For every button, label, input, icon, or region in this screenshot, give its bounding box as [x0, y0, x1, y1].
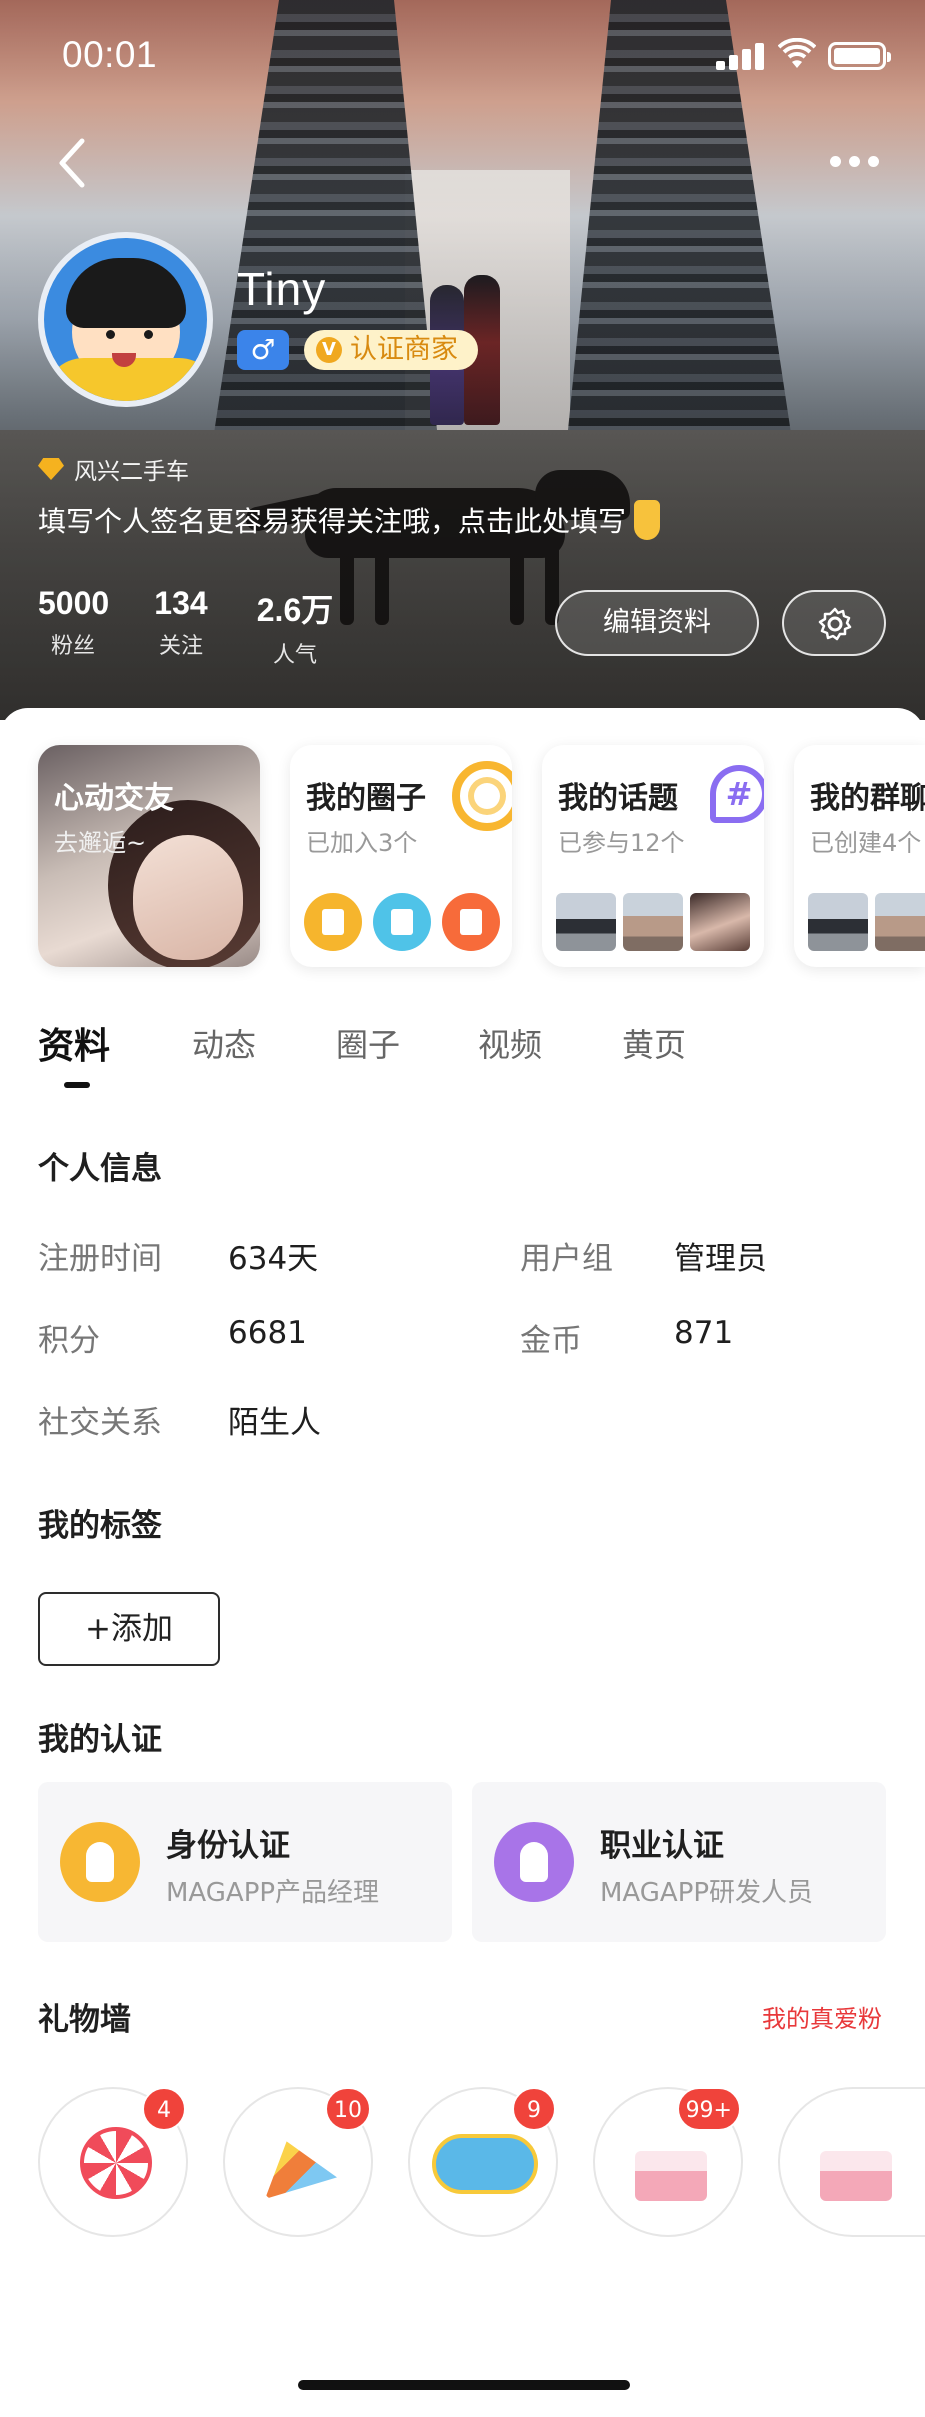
card-title: 我的圈子 [306, 781, 426, 816]
user-name: Tiny [237, 263, 327, 315]
party-popper-icon [265, 2141, 337, 2199]
stat-value: 2.6万 [256, 592, 334, 628]
gift-count-badge: 9 [512, 2087, 556, 2131]
level-label: 风兴二手车 [74, 459, 189, 485]
home-indicator [298, 2380, 630, 2390]
joined-circles [304, 893, 500, 951]
topic-thumbnails [556, 893, 750, 951]
active-tab-indicator [64, 1082, 90, 1088]
info-value-user-group: 管理员 [674, 1241, 767, 1277]
card-title: 我的群聊 [810, 781, 925, 816]
tie-icon [494, 1822, 574, 1902]
stat-label: 人气 [272, 643, 317, 668]
card-my-topics[interactable]: # 我的话题 已参与12个 [542, 745, 764, 967]
identity-certification-card[interactable]: 身份认证 MAGAPP产品经理 [38, 1782, 452, 1942]
cell-signal-icon [716, 42, 766, 70]
verified-v-icon: V [316, 337, 342, 363]
card-title: 心动交友 [54, 781, 174, 816]
stat-label: 粉丝 [50, 634, 95, 659]
info-key-points: 积分 [38, 1323, 100, 1359]
stat-following[interactable]: 134 关注 [148, 585, 214, 660]
stat-value: 5000 [38, 585, 110, 621]
stat-popularity[interactable]: 2.6万 人气 [252, 585, 338, 669]
settings-button[interactable] [782, 590, 886, 656]
tab-videos[interactable]: 视频 [478, 1020, 542, 1066]
hashtag-icon: # [710, 765, 764, 823]
section-title-tags: 我的标签 [38, 1508, 162, 1544]
tab-feed[interactable]: 动态 [192, 1020, 256, 1066]
info-key-register-time: 注册时间 [38, 1241, 162, 1277]
gift-count-badge: 99+ [676, 2087, 741, 2131]
cool-icon [432, 2134, 538, 2194]
signature-text: 填写个人签名更容易获得关注哦，点击此处填写 [38, 505, 627, 538]
add-tag-button[interactable]: +添加 [38, 1592, 220, 1666]
cert-title: 身份认证 [166, 1828, 290, 1864]
merchant-badge-label: 认证商家 [350, 334, 458, 365]
section-title-personal-info: 个人信息 [38, 1151, 162, 1187]
lollipop-icon [80, 2127, 152, 2199]
wifi-icon [777, 37, 817, 70]
info-value-points: 6681 [228, 1315, 307, 1351]
cake-icon [635, 2151, 707, 2201]
info-value-register-time: 634天 [228, 1241, 319, 1277]
more-options-icon[interactable] [825, 152, 885, 172]
professional-certification-card[interactable]: 职业认证 MAGAPP研发人员 [472, 1782, 886, 1942]
info-key-user-group: 用户组 [520, 1241, 613, 1277]
paw-icon [442, 893, 500, 951]
person-icon [60, 1822, 140, 1902]
card-title: 我的话题 [558, 781, 678, 816]
level-badge: 风兴二手车 [38, 452, 189, 486]
pointing-hand-icon [634, 500, 661, 540]
tab-circles[interactable]: 圈子 [336, 1020, 400, 1066]
gift-count-badge: 4 [142, 2087, 186, 2131]
battery-icon [828, 42, 891, 70]
plus-icon: + [85, 1611, 111, 1647]
avatar[interactable] [38, 232, 213, 407]
city-icon [373, 893, 431, 951]
diamond-icon [38, 458, 64, 480]
merchant-verified-badge: V 认证商家 [304, 330, 478, 370]
back-arrow-icon[interactable] [52, 135, 92, 191]
stat-fans[interactable]: 5000 粉丝 [38, 585, 110, 660]
info-value-coins: 871 [674, 1315, 734, 1351]
card-subtitle: 已创建4个 [810, 829, 922, 857]
tab-yellow-pages[interactable]: 黄页 [622, 1020, 686, 1066]
section-title-certification: 我的认证 [38, 1722, 162, 1758]
card-subtitle: 已参与12个 [558, 829, 685, 857]
info-key-coins: 金币 [520, 1323, 582, 1359]
cake-icon [820, 2151, 892, 2201]
card-dating[interactable]: 心动交友 去邂逅~ [38, 745, 260, 967]
gift-party-popper[interactable]: 10 [223, 2087, 373, 2237]
circle-ring-icon [452, 761, 512, 831]
gender-male-icon: ♂ [237, 330, 289, 370]
building-icon [304, 893, 362, 951]
info-key-relationship: 社交关系 [38, 1405, 162, 1441]
card-my-groups[interactable]: 我的群聊 已创建4个 [794, 745, 925, 967]
tab-profile[interactable]: 资料 [38, 1017, 110, 1069]
info-value-relationship: 陌生人 [228, 1405, 321, 1441]
gift-count-badge: 10 [325, 2087, 371, 2131]
true-fans-link[interactable]: 我的真爱粉 [762, 1999, 882, 2034]
stat-value: 134 [154, 585, 208, 621]
status-time: 00:01 [62, 34, 158, 75]
gift-cake[interactable]: 99+ [593, 2087, 743, 2237]
signature-prompt[interactable]: 填写个人签名更容易获得关注哦，点击此处填写 [38, 500, 661, 540]
gift-lollipop[interactable]: 4 [38, 2087, 188, 2237]
add-tag-label: 添加 [110, 1611, 173, 1647]
stat-label: 关注 [158, 634, 203, 659]
edit-profile-button[interactable]: 编辑资料 [555, 590, 759, 656]
cert-subtitle: MAGAPP研发人员 [600, 1878, 814, 1908]
group-thumbnails [808, 893, 925, 951]
card-subtitle: 已加入3个 [306, 829, 418, 857]
gear-icon [818, 607, 852, 641]
cert-subtitle: MAGAPP产品经理 [166, 1878, 380, 1908]
cert-title: 职业认证 [600, 1828, 724, 1864]
gift-cool[interactable]: 9 [408, 2087, 558, 2237]
gift-cake-2[interactable] [778, 2087, 925, 2237]
section-title-gift-wall: 礼物墙 [38, 2002, 131, 2038]
card-subtitle: 去邂逅~ [54, 829, 147, 857]
card-my-circles[interactable]: 我的圈子 已加入3个 [290, 745, 512, 967]
